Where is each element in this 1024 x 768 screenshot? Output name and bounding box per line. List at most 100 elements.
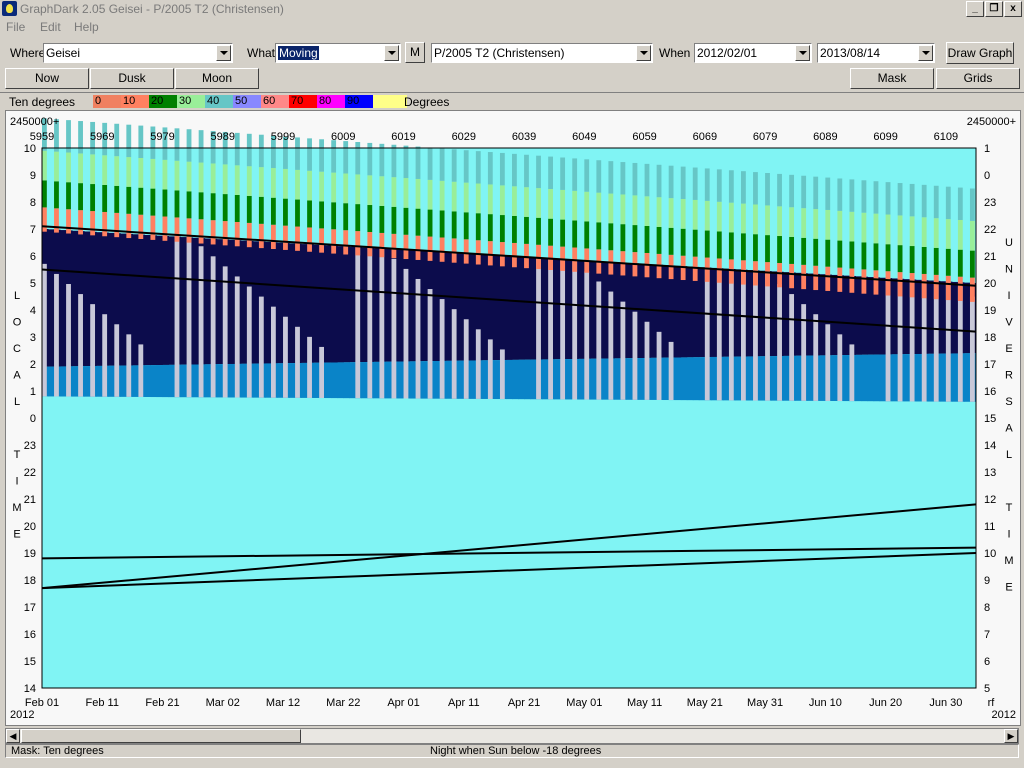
m-button[interactable]: M	[405, 42, 425, 63]
altitude-band	[343, 203, 349, 231]
draw-graph-button[interactable]: Draw Graph	[946, 42, 1014, 64]
universal-time-tick: 10	[984, 548, 996, 560]
menu-help[interactable]: Help	[74, 20, 99, 34]
night-column	[819, 274, 826, 356]
altitude-band	[403, 145, 409, 179]
altitude-band	[451, 181, 457, 212]
night-column	[192, 237, 200, 365]
universal-time-letter: M	[1004, 555, 1013, 567]
night-column	[831, 274, 838, 356]
altitude-band	[126, 157, 132, 187]
grids-button[interactable]: Grids	[936, 68, 1020, 89]
altitude-band	[777, 263, 782, 288]
twilight-column	[168, 364, 176, 398]
chevron-down-icon[interactable]	[636, 45, 651, 61]
night-column	[915, 279, 923, 354]
altitude-band	[897, 215, 903, 246]
chevron-down-icon[interactable]	[216, 45, 231, 61]
altitude-band	[849, 268, 855, 293]
legend-swatch: 10	[121, 95, 149, 108]
where-label: Where	[10, 46, 46, 60]
altitude-band	[391, 144, 397, 178]
universal-time-tick: 9	[984, 575, 990, 587]
altitude-band	[945, 275, 951, 301]
chevron-down-icon[interactable]	[918, 45, 933, 61]
altitude-band	[945, 248, 951, 276]
twilight-column	[343, 362, 350, 399]
darkness-graph[interactable]: 2450000+ 2450000+5959 5969 5979 5989 5999 6009…	[6, 111, 1020, 725]
universal-time-letter: E	[1005, 582, 1012, 594]
object-combo[interactable]: P/2005 T2 (Christensen)	[431, 43, 653, 63]
altitude-band	[355, 204, 361, 232]
restore-button[interactable]: ❐	[985, 1, 1003, 17]
scroll-right-button[interactable]: ▶	[1004, 729, 1018, 743]
altitude-band	[295, 169, 300, 200]
altitude-band	[307, 138, 312, 171]
twilight-column	[325, 362, 332, 399]
mask-button[interactable]: Mask	[850, 68, 934, 89]
night-column	[120, 233, 127, 366]
twilight-column	[313, 362, 320, 398]
moonlight-column	[90, 304, 96, 397]
night-column	[144, 234, 151, 366]
altitude-band	[680, 228, 686, 256]
universal-time-tick: 19	[984, 305, 996, 317]
universal-time-letter: L	[1006, 449, 1012, 461]
what-combo[interactable]: Moving	[275, 43, 401, 63]
moonlight-column	[765, 273, 770, 401]
local-time-tick: 20	[24, 521, 36, 533]
scroll-left-button[interactable]: ◀	[6, 729, 20, 743]
altitude-band	[499, 242, 505, 267]
end-date-combo[interactable]: 2013/08/14	[817, 43, 935, 63]
twilight-column	[481, 360, 489, 399]
altitude-band	[295, 137, 300, 170]
altitude-band	[451, 149, 457, 182]
when-label: When	[659, 46, 691, 60]
twilight-column	[819, 355, 826, 401]
altitude-band	[138, 157, 144, 188]
close-button[interactable]: x	[1004, 1, 1022, 17]
altitude-band	[415, 208, 421, 236]
universal-time-tick: 11	[984, 521, 995, 533]
universal-time-letter: U	[1005, 237, 1013, 249]
night-column	[783, 272, 790, 356]
altitude-band	[270, 224, 276, 250]
twilight-column	[96, 365, 103, 397]
altitude-band	[656, 197, 662, 227]
minimize-button[interactable]: _	[966, 1, 984, 17]
moon-button[interactable]: Moon	[175, 68, 259, 89]
twilight-column	[554, 359, 561, 400]
altitude-band	[66, 209, 71, 234]
moonlight-column	[620, 301, 626, 400]
twilight-column	[162, 364, 170, 398]
where-combo[interactable]: Geisei	[43, 43, 233, 63]
night-column	[710, 267, 718, 357]
menu-edit[interactable]: Edit	[40, 20, 61, 34]
night-column	[156, 235, 164, 366]
altitude-band	[78, 183, 83, 211]
dusk-button[interactable]: Dusk	[90, 68, 174, 89]
altitude-band	[427, 236, 433, 261]
altitude-band	[512, 242, 517, 268]
altitude-band	[716, 231, 722, 259]
start-date-combo[interactable]: 2012/02/01	[694, 43, 812, 63]
altitude-band	[644, 163, 650, 197]
now-button[interactable]: Now	[5, 68, 89, 89]
altitude-band	[897, 245, 903, 273]
chevron-down-icon[interactable]	[384, 45, 399, 61]
altitude-band	[512, 215, 517, 243]
altitude-band	[716, 169, 722, 202]
local-time-tick: 21	[24, 494, 36, 506]
altitude-band	[861, 180, 867, 213]
chevron-down-icon[interactable]	[795, 45, 810, 61]
menu-file[interactable]: File	[6, 20, 25, 34]
moonlight-column	[198, 246, 204, 398]
horizontal-scrollbar[interactable]: ◀ ▶	[5, 728, 1019, 744]
scroll-thumb[interactable]	[21, 729, 301, 743]
night-column	[349, 246, 356, 363]
local-time-letter: A	[13, 370, 21, 382]
altitude-band	[270, 197, 276, 225]
altitude-band	[885, 214, 891, 245]
moonlight-column	[138, 344, 144, 397]
altitude-band	[403, 234, 409, 260]
